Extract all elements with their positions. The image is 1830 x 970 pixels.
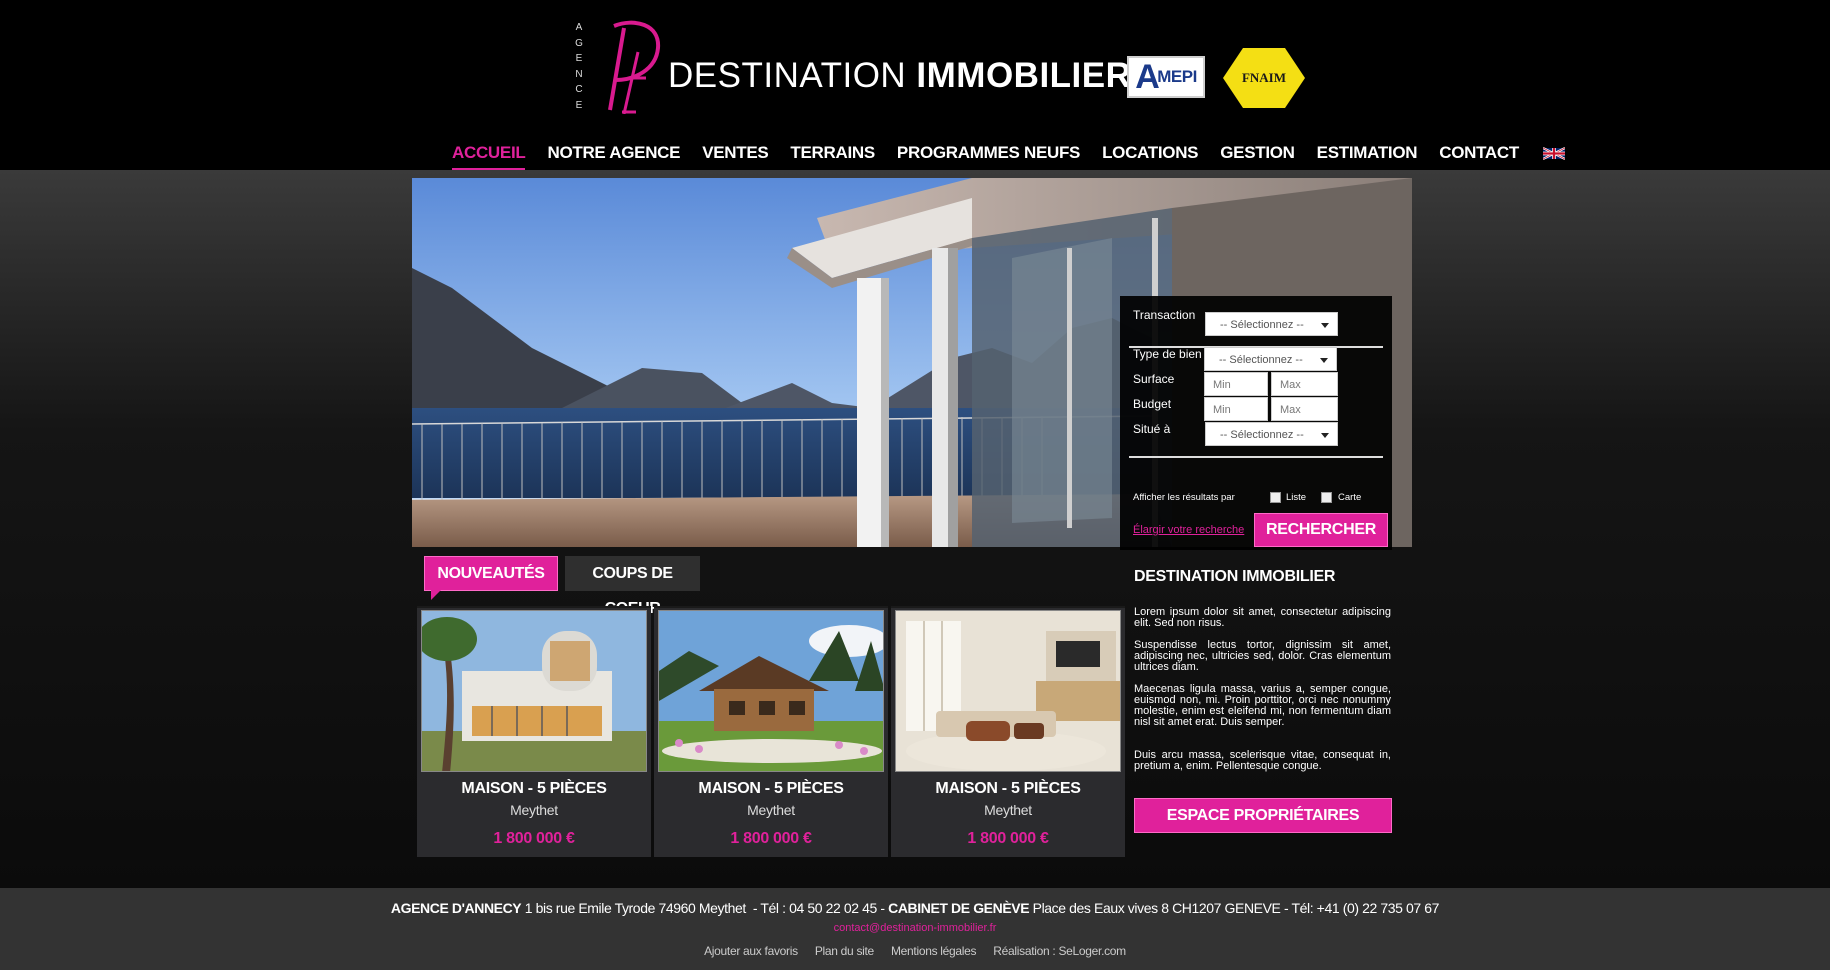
site-footer: AGENCE D'ANNECY 1 bis rue Emile Tyrode 7… <box>0 888 1830 970</box>
espace-proprietaires-button[interactable]: ESPACE PROPRIÉTAIRES <box>1134 798 1392 833</box>
footer-link-favoris[interactable]: Ajouter aux favoris <box>704 944 798 958</box>
nav-terrains[interactable]: TERRAINS <box>790 140 875 170</box>
situe-label: Situé à <box>1133 422 1171 436</box>
listing-price: 1 800 000 € <box>493 830 575 847</box>
fnaim-logo[interactable]: FNAIM <box>1223 48 1305 108</box>
carte-label: Carte <box>1338 492 1362 503</box>
liste-checkbox[interactable] <box>1270 492 1281 503</box>
rechercher-button[interactable]: RECHERCHER <box>1254 513 1388 547</box>
logo-agence-vertical: AGENCE <box>572 20 586 113</box>
chevron-down-icon <box>1321 433 1329 438</box>
budget-max-input[interactable]: Max <box>1271 397 1338 421</box>
divider <box>1129 456 1383 458</box>
site-logo[interactable]: AGENCE DESTINATION IMMOBILIER <box>572 18 1131 114</box>
listing-photo[interactable] <box>658 610 884 772</box>
site-header: AGENCE DESTINATION IMMOBILIER A MEPI FNAI… <box>0 0 1830 170</box>
footer-geneve-text: Place des Eaux vives 8 CH1207 GENEVE - T… <box>1029 900 1440 916</box>
main-nav: ACCUEIL NOTRE AGENCE VENTES TERRAINS PRO… <box>452 140 1565 170</box>
logo-agence-letter: A <box>575 22 583 33</box>
amepi-text: MEPI <box>1157 67 1197 86</box>
logo-agence-letter: N <box>575 68 583 80</box>
surface-min-input[interactable]: Min <box>1204 372 1268 396</box>
listing-city: Meythet <box>510 802 558 818</box>
logo-monogram-icon <box>608 20 661 114</box>
type-de-bien-select-value: -- Sélectionnez -- <box>1219 354 1303 366</box>
footer-annecy-label: AGENCE D'ANNECY <box>390 900 522 916</box>
about-title: DESTINATION IMMOBILIER <box>1134 568 1336 585</box>
nav-ventes[interactable]: VENTES <box>702 140 769 170</box>
tab-coups-de-coeur[interactable]: COUPS DE COEUR <box>565 556 700 617</box>
about-paragraph: Duis arcu massa, scelerisque vitae, cons… <box>1134 749 1391 772</box>
logo-agence-letter: E <box>575 53 583 64</box>
transaction-select[interactable]: -- Sélectionnez -- <box>1205 312 1338 336</box>
type-de-bien-label: Type de bien <box>1133 347 1202 361</box>
nav-programmes-neufs[interactable]: PROGRAMMES NEUFS <box>897 140 1080 170</box>
footer-address: AGENCE D'ANNECY 1 bis rue Emile Tyrode 7… <box>0 900 1830 916</box>
chevron-down-icon <box>1321 323 1329 328</box>
listing-city: Meythet <box>984 802 1032 818</box>
situe-select-value: -- Sélectionnez -- <box>1220 429 1304 441</box>
nav-gestion[interactable]: GESTION <box>1220 140 1295 170</box>
logo-agence-letter: E <box>575 99 583 111</box>
listing-card[interactable]: MAISON - 5 PIÈCES Meythet 1 800 000 € <box>654 606 888 857</box>
footer-email-link[interactable]: contact@destination-immobilier.fr <box>0 922 1830 934</box>
type-de-bien-select[interactable]: -- Sélectionnez -- <box>1204 347 1337 371</box>
nav-contact[interactable]: CONTACT <box>1439 140 1519 170</box>
listing-price: 1 800 000 € <box>730 830 812 847</box>
afficher-label: Afficher les résultats par <box>1133 492 1235 503</box>
fnaim-label: FNAIM <box>1241 70 1287 85</box>
listing-photo[interactable] <box>895 610 1121 772</box>
logo-agence-letter: C <box>575 84 583 95</box>
footer-link-plan-du-site[interactable]: Plan du site <box>815 944 874 958</box>
listing-title: MAISON - 5 PIÈCES <box>698 780 844 797</box>
nav-notre-agence[interactable]: NOTRE AGENCE <box>547 140 680 170</box>
nav-accueil[interactable]: ACCUEIL <box>452 140 526 170</box>
transaction-select-value: -- Sélectionnez -- <box>1220 319 1304 331</box>
budget-label: Budget <box>1133 397 1172 411</box>
about-paragraph: Lorem ipsum dolor sit amet, consectetur … <box>1134 606 1391 629</box>
listing-card[interactable]: MAISON - 5 PIÈCES Meythet 1 800 000 € <box>417 606 651 857</box>
footer-link-realisation[interactable]: Réalisation : SeLoger.com <box>993 944 1126 958</box>
listing-photo[interactable] <box>421 610 647 772</box>
liste-label: Liste <box>1286 492 1307 503</box>
about-paragraph: Maecenas ligula massa, varius a, semper … <box>1134 683 1391 728</box>
footer-links: Ajouter aux favoris Plan du site Mention… <box>0 944 1830 958</box>
about-paragraph: Suspendisse lectus tortor, dignissim sit… <box>1134 639 1391 673</box>
amepi-initial: A <box>1135 58 1160 96</box>
property-search-panel: Transaction -- Sélectionnez -- Type de b… <box>1120 296 1392 550</box>
surface-max-input[interactable]: Max <box>1271 372 1338 396</box>
listing-price: 1 800 000 € <box>967 830 1049 847</box>
logo-text-light: DESTINATION <box>668 56 917 95</box>
chevron-down-icon <box>1320 358 1328 363</box>
nav-locations[interactable]: LOCATIONS <box>1102 140 1198 170</box>
logo-text: DESTINATION IMMOBILIER <box>668 56 1131 96</box>
listing-title: MAISON - 5 PIÈCES <box>461 780 607 797</box>
uk-flag-icon[interactable] <box>1542 146 1565 161</box>
footer-geneve-label: CABINET DE GENÈVE <box>888 900 1030 916</box>
transaction-label: Transaction <box>1133 308 1196 322</box>
tab-pointer <box>431 590 441 600</box>
elargir-recherche-link[interactable]: Élargir votre recherche <box>1133 524 1244 536</box>
listing-title: MAISON - 5 PIÈCES <box>935 780 1081 797</box>
listing-card[interactable]: MAISON - 5 PIÈCES Meythet 1 800 000 € <box>891 606 1125 857</box>
tab-nouveautes[interactable]: NOUVEAUTÉS <box>424 556 558 591</box>
budget-min-input[interactable]: Min <box>1204 397 1268 421</box>
situe-select[interactable]: -- Sélectionnez -- <box>1205 422 1338 446</box>
carte-checkbox[interactable] <box>1321 492 1332 503</box>
surface-label: Surface <box>1133 372 1175 386</box>
nav-estimation[interactable]: ESTIMATION <box>1317 140 1418 170</box>
listing-city: Meythet <box>747 802 795 818</box>
logo-text-bold: IMMOBILIER <box>916 56 1132 95</box>
footer-link-mentions-legales[interactable]: Mentions légales <box>891 944 977 958</box>
footer-annecy-text: 1 bis rue Emile Tyrode 74960 Meythet - T… <box>521 900 889 916</box>
logo-agence-letter: G <box>575 37 583 49</box>
amepi-logo[interactable]: A MEPI <box>1127 56 1205 98</box>
